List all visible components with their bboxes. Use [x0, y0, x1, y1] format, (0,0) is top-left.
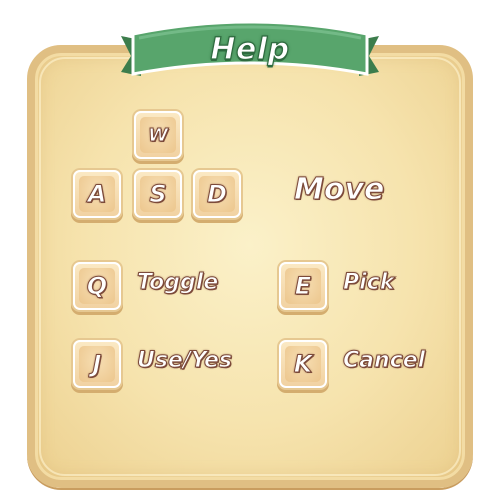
key-s: S [134, 170, 182, 218]
pick-label: Pick [342, 270, 395, 296]
key-k-letter: K [293, 350, 313, 379]
toggle-label: Toggle [136, 270, 219, 296]
key-j: J [73, 340, 121, 388]
key-k: K [279, 340, 327, 388]
key-q: Q [73, 262, 121, 310]
key-w: W [134, 111, 182, 159]
key-w-letter: W [148, 124, 169, 146]
key-e-letter: E [294, 272, 312, 301]
key-d: D [193, 170, 241, 218]
key-j-letter: J [92, 350, 102, 379]
move-label: Move [293, 172, 385, 208]
key-d-letter: D [207, 180, 228, 209]
page-title: Help [210, 31, 290, 67]
key-s-letter: S [149, 180, 167, 209]
title-ribbon: Help [119, 14, 381, 84]
key-a: A [73, 170, 121, 218]
help-screen: Help W A S D Move Q Toggle E Pick J Use/… [0, 0, 500, 500]
key-e: E [279, 262, 327, 310]
key-q-letter: Q [86, 272, 108, 301]
cancel-label: Cancel [342, 348, 426, 374]
key-a-letter: A [87, 180, 107, 209]
use-yes-label: Use/Yes [136, 348, 233, 374]
